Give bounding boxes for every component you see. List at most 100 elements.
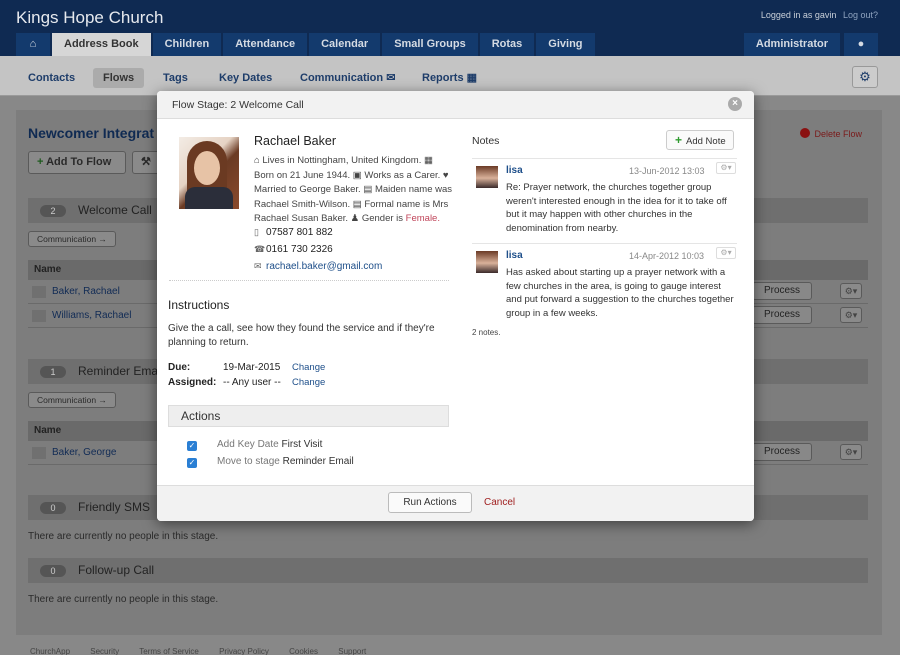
stage-header: 0 Follow-up Call [28,558,868,583]
subtab-tags[interactable]: Tags [153,68,198,88]
subtab-contacts[interactable]: Contacts [18,68,85,88]
tab-attendance[interactable]: Attendance [223,33,308,56]
stage-count: 0 [40,502,66,514]
tab-calendar[interactable]: Calendar [309,33,381,56]
user-tab[interactable]: ● [844,33,878,56]
due-row: Due: 19-Mar-2015 Change [168,362,325,373]
action-checkbox[interactable]: ✓ [187,441,197,451]
communication-button[interactable]: Communication → [28,392,116,408]
note-text: Has asked about starting up a prayer net… [506,267,734,319]
empty-stage-message: There are currently no people in this st… [28,531,219,542]
stage-name: Friendly SMS [78,500,151,514]
run-actions-button[interactable]: Run Actions [388,492,472,513]
user-icon: ● [857,38,865,50]
gear-icon[interactable]: ⚙▾ [840,283,862,299]
gear-icon[interactable]: ⚙▾ [840,444,862,460]
action-value: First Visit [281,439,323,450]
dialog-header: Flow Stage: 2 Welcome Call × [157,91,754,119]
tab-administrator[interactable]: Administrator [743,33,840,56]
subtab-key-dates[interactable]: Key Dates [209,68,282,88]
note-user[interactable]: lisa [506,250,523,261]
user-icon: ♟ [350,213,360,225]
process-button[interactable]: Process [752,306,812,324]
footer-link[interactable]: Security [90,647,119,655]
desc-job: Works as a Carer. [364,169,441,181]
assigned-row: Assigned: -- Any user -- Change [168,377,325,388]
footer-link[interactable]: ChurchApp [30,647,70,655]
mobile-icon: ▯ [254,227,259,237]
stage-count: 1 [40,366,66,378]
cancel-link[interactable]: Cancel [484,497,515,508]
note-date: 13-Jun-2012 13:03 [629,166,705,176]
action-item: ✓ Add Key Date First Visit [187,439,322,451]
tab-rotas[interactable]: Rotas [479,33,535,56]
avatar [476,251,498,273]
actions-heading: Actions [168,405,449,427]
mobile-value: 07587 801 882 [266,227,333,238]
home-tab[interactable]: ⌂ [16,33,50,56]
subtab-communication-label: Communication [300,72,384,84]
change-assigned-link[interactable]: Change [292,377,325,388]
delete-flow-button[interactable]: Delete Flow [800,128,862,139]
tab-address-book[interactable]: Address Book [52,33,151,56]
assigned-value: -- Any user -- [223,377,281,388]
close-icon[interactable]: × [728,97,742,111]
email-link[interactable]: rachael.baker@gmail.com [266,261,382,272]
avatar [32,286,46,298]
footer-link[interactable]: Privacy Policy [219,647,269,655]
instructions-heading: Instructions [168,298,230,312]
dialog-title: Flow Stage: 2 Welcome Call [172,99,304,111]
gear-icon[interactable]: ⚙▾ [840,307,862,323]
instructions-text: Give the a call, see how they found the … [168,323,435,348]
footer-link[interactable]: Terms of Service [139,647,199,655]
action-value: Reminder Email [282,456,354,467]
desc-married: Married to George Baker. [254,184,361,196]
change-due-link[interactable]: Change [292,362,325,373]
add-to-flow-button[interactable]: + Add To Flow [28,151,126,174]
stage-name: Follow-up Call [78,563,155,577]
action-prefix: Add Key Date [217,439,279,450]
top-bar: Kings Hope Church Logged in as gavin Log… [0,0,900,56]
plus-icon: + [37,156,44,168]
avatar [32,310,46,322]
add-note-button[interactable]: + Add Note [666,130,734,150]
tab-giving[interactable]: Giving [536,33,595,56]
person-photo [179,137,239,209]
sub-nav: Contacts Flows Tags Key Dates Communicat… [0,56,900,96]
gear-icon[interactable]: ⚙▾ [716,247,736,259]
phone-number: ☎0161 730 2326 [254,244,333,255]
add-note-label: Add Note [686,136,726,147]
settings-button[interactable]: ⚙ [852,66,878,88]
communication-button[interactable]: Communication → [28,231,116,247]
subtab-flows[interactable]: Flows [93,68,145,88]
assigned-label: Assigned: [168,377,217,388]
login-status: Logged in as gavin Log out? [761,10,878,20]
note-user[interactable]: lisa [506,165,523,176]
footer-link[interactable]: Support [338,647,366,655]
note-item: lisa 14-Apr-2012 10:03 ⚙▾ Has asked abou… [472,243,737,328]
email-address: ✉ rachael.baker@gmail.com [254,261,382,272]
tab-small-groups[interactable]: Small Groups [382,33,478,56]
note-item: lisa 13-Jun-2012 13:03 ⚙▾ Re: Prayer net… [472,158,737,243]
minus-circle-icon [800,128,811,138]
chat-icon: ✉ [386,72,396,84]
process-button[interactable]: Process [752,443,812,461]
logout-link[interactable]: Log out? [843,10,878,20]
footer-link[interactable]: Cookies [289,647,318,655]
person-link[interactable]: Baker, George [52,447,116,458]
tab-children[interactable]: Children [152,33,222,56]
action-checkbox[interactable]: ✓ [187,458,197,468]
stage-name: Welcome Call [78,203,152,217]
gear-icon[interactable]: ⚙▾ [716,162,736,174]
action-prefix: Move to stage [217,456,280,467]
subtab-reports[interactable]: Reports ▦ [412,68,487,88]
book-icon: ▤ [352,198,362,210]
person-link[interactable]: Baker, Rachael [52,286,120,297]
app-title: Kings Hope Church [16,8,164,27]
envelope-icon: ✉ [254,261,262,271]
process-button[interactable]: Process [752,282,812,300]
person-link[interactable]: Williams, Rachael [52,310,131,321]
calendar-icon: ▦ [423,155,433,166]
wrench-button[interactable]: ⚒ [132,151,160,174]
subtab-communication[interactable]: Communication ✉ [290,68,405,88]
